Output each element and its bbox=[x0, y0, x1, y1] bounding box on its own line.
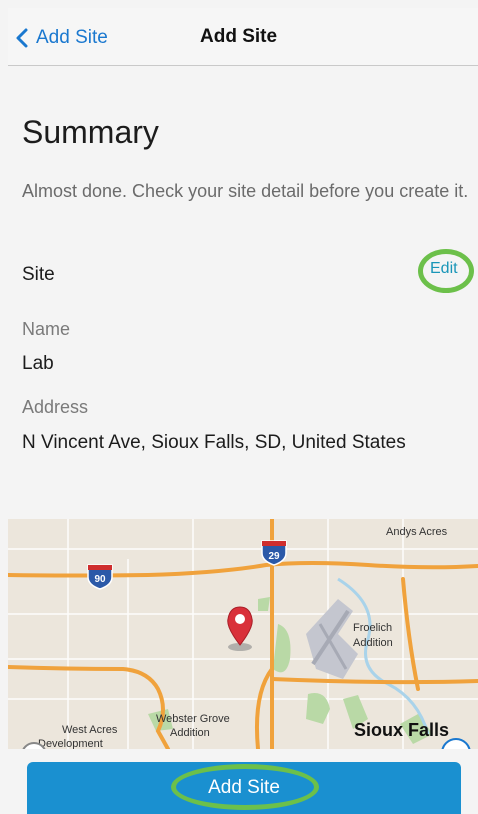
page-title: Add Site bbox=[200, 26, 278, 47]
map-label-development: Development bbox=[38, 738, 103, 749]
location-pin-icon bbox=[227, 606, 253, 651]
map-label-sioux-falls: Sioux Falls bbox=[354, 720, 449, 740]
back-button[interactable]: Add Site bbox=[12, 25, 108, 51]
interstate-90-shield: 90 bbox=[87, 564, 113, 590]
name-value: Lab bbox=[22, 353, 54, 374]
site-map[interactable]: 29 90 Andys Acres Froelich Addition West… bbox=[8, 519, 478, 749]
back-button-label: Add Site bbox=[36, 27, 108, 48]
svg-text:29: 29 bbox=[268, 551, 280, 562]
navigation-bar: Add Site Add Site bbox=[8, 8, 478, 66]
svg-text:90: 90 bbox=[94, 574, 106, 585]
chevron-left-icon bbox=[16, 28, 28, 48]
add-site-highlight-circle bbox=[171, 764, 319, 810]
map-canvas: 29 90 Andys Acres Froelich Addition West… bbox=[8, 519, 478, 749]
map-label-west-acres: West Acres bbox=[62, 724, 118, 736]
summary-description: Almost done. Check your site detail befo… bbox=[22, 181, 469, 201]
name-label: Name bbox=[22, 319, 71, 339]
map-label-froelich-addition: Addition bbox=[353, 637, 393, 649]
bottom-action-area: Add Site bbox=[8, 749, 478, 814]
summary-heading: Summary bbox=[22, 114, 159, 150]
map-label-webster-addition: Addition bbox=[170, 727, 210, 739]
site-section-label: Site bbox=[22, 264, 55, 285]
summary-panel: Summary Almost done. Check your site det… bbox=[8, 66, 478, 519]
map-label-webster-grove: Webster Grove bbox=[156, 713, 230, 725]
address-value: N Vincent Ave, Sioux Falls, SD, United S… bbox=[22, 432, 406, 453]
map-label-andys-acres: Andys Acres bbox=[386, 526, 448, 538]
interstate-29-shield: 29 bbox=[261, 540, 287, 566]
edit-highlight-circle bbox=[418, 249, 474, 293]
address-label: Address bbox=[22, 397, 89, 417]
map-label-froelich: Froelich bbox=[353, 622, 392, 634]
